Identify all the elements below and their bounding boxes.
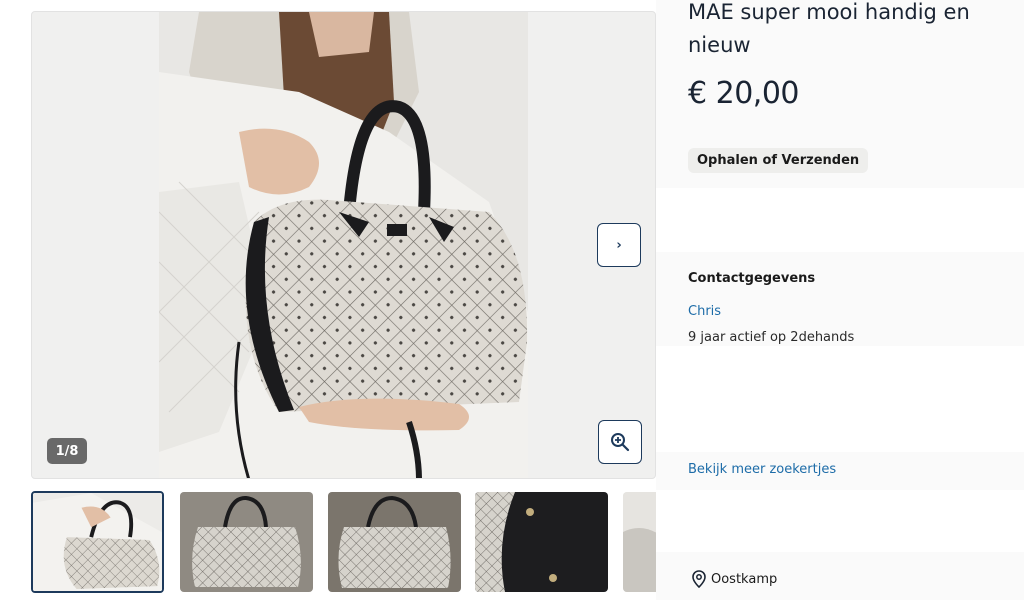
delivery-badge: Ophalen of Verzenden (688, 148, 869, 173)
thumbnail-5[interactable] (623, 492, 656, 592)
seller-activity: 9 jaar actief op 2dehands (688, 330, 855, 345)
listing-title: MAE super mooi handig en nieuw (688, 0, 970, 57)
main-photo[interactable] (159, 12, 528, 478)
location: Oostkamp (692, 570, 777, 588)
chevron-right-icon: › (616, 237, 622, 253)
next-image-button[interactable]: › (597, 223, 641, 267)
more-ads-link[interactable]: Bekijk meer zoekertjes (688, 462, 836, 477)
map-pin-icon (692, 570, 706, 588)
placeholder-panel (656, 188, 1024, 252)
seller-name-link[interactable]: Chris (688, 304, 721, 319)
gallery-pane: › 1/8 (0, 0, 656, 600)
contact-heading: Contactgegevens (688, 271, 816, 286)
thumbnail-strip (31, 491, 656, 595)
placeholder-panel (656, 346, 1024, 452)
main-image-viewer[interactable]: › 1/8 (31, 11, 656, 479)
thumbnail-1[interactable] (31, 491, 164, 593)
zoom-in-icon (611, 433, 630, 452)
image-counter: 1/8 (47, 438, 87, 464)
listing-price: € 20,00 (688, 76, 800, 111)
thumbnail-4[interactable] (475, 492, 608, 592)
zoom-button[interactable] (598, 420, 642, 464)
location-city: Oostkamp (711, 571, 778, 587)
placeholder-panel (656, 490, 1024, 552)
listing-details: MAE super mooi handig en nieuw € 20,00 O… (656, 0, 1024, 600)
thumbnail-3[interactable] (328, 492, 461, 592)
thumbnail-2[interactable] (180, 492, 313, 592)
